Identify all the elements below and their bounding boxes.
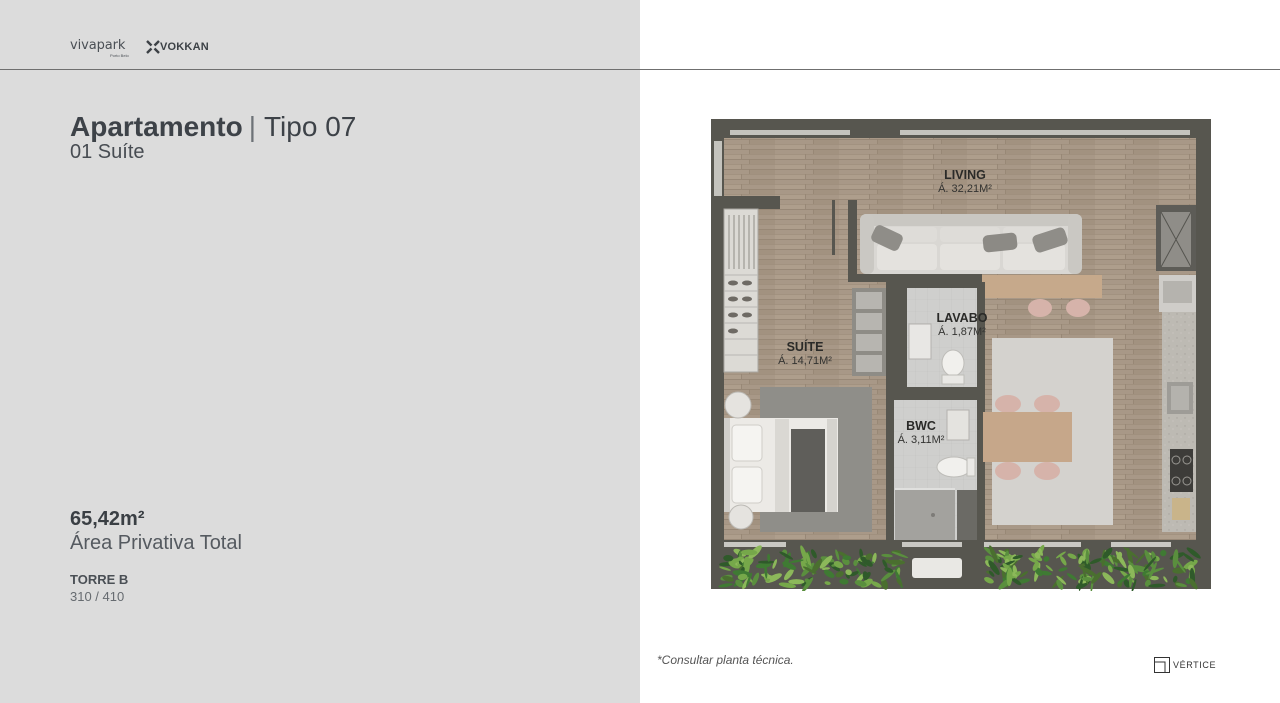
wall-lavabo-top xyxy=(894,282,985,288)
vertice-logo: VÉRTICE xyxy=(1173,660,1217,670)
lavabo-sink xyxy=(908,323,932,360)
area-label: Área Privativa Total xyxy=(70,532,242,554)
room-label-suite: SUÍTE xyxy=(787,339,824,354)
vertice-logo-icon xyxy=(1154,657,1170,673)
vokkan-logo: VOKKAN xyxy=(160,41,209,53)
dining-chair xyxy=(1034,395,1060,413)
room-label-bwc: BWC xyxy=(906,419,936,433)
header-divider xyxy=(0,69,1280,70)
plant-leaf xyxy=(1085,549,1090,565)
page-title: Apartamento | Tipo 07 xyxy=(70,110,356,144)
nightstand xyxy=(728,504,754,530)
bwc-vanity xyxy=(946,409,970,441)
wall-living-bottom xyxy=(848,274,982,282)
oven xyxy=(1159,275,1196,312)
lavabo-toilet xyxy=(941,349,965,377)
vivapark-logo-tagline: Porto Belo xyxy=(110,53,129,58)
area-value: 65,42m² xyxy=(70,508,145,530)
title-main: Apartamento xyxy=(70,111,243,142)
footnote: *Consultar planta técnica. xyxy=(657,653,794,667)
stool xyxy=(1028,299,1052,317)
wall-lavabo-left xyxy=(894,282,907,387)
wall-lavabo-bwc xyxy=(894,387,985,400)
wall-closet-top xyxy=(711,196,780,209)
dining-table xyxy=(983,412,1072,462)
shower xyxy=(895,490,955,540)
room-label-lavabo: LAVABO xyxy=(937,311,988,325)
plant-leaf xyxy=(758,560,775,564)
suite-door-leaf xyxy=(832,200,835,255)
nightstand xyxy=(724,391,752,419)
room-area-suite: Á. 14,71M² xyxy=(778,354,832,367)
wall-suite-living xyxy=(848,200,857,282)
bwc-toilet xyxy=(936,456,972,478)
plant-leaf xyxy=(788,579,805,585)
dining-chair xyxy=(1034,462,1060,480)
suite-cabinet xyxy=(852,288,886,376)
room-area-bwc: Á. 3,11M² xyxy=(898,433,945,446)
floor-plan: LIVING Á. 32,21M² LAVABO Á. 1,87M² SUÍTE… xyxy=(711,119,1211,591)
room-label-living: LIVING xyxy=(944,168,986,182)
title-separator: | xyxy=(248,111,256,142)
tower-name: TORRE B xyxy=(70,572,129,587)
title-type: Tipo 07 xyxy=(263,111,357,142)
room-area-lavabo: Á. 1,87M² xyxy=(938,325,986,338)
small-appliance xyxy=(1172,498,1190,520)
cooktop xyxy=(1170,449,1193,492)
page-subtitle: 01 Suíte xyxy=(70,141,145,163)
dining-chair xyxy=(995,462,1021,480)
bed xyxy=(724,418,838,512)
fridge xyxy=(1156,205,1196,271)
wardrobe xyxy=(723,208,759,373)
garden-bench xyxy=(912,558,962,578)
room-area-living: Á. 32,21M² xyxy=(938,182,992,195)
dining-chair xyxy=(995,395,1021,413)
kitchen-island xyxy=(982,275,1102,298)
kitchen-sink xyxy=(1167,382,1193,414)
tower-units: 310 / 410 xyxy=(70,589,125,604)
sofa xyxy=(860,214,1082,274)
vokkan-logo-icon xyxy=(146,40,160,54)
stool xyxy=(1066,299,1090,317)
wall-suite-bath xyxy=(886,282,894,540)
vivapark-logo: vivapark xyxy=(70,38,126,53)
